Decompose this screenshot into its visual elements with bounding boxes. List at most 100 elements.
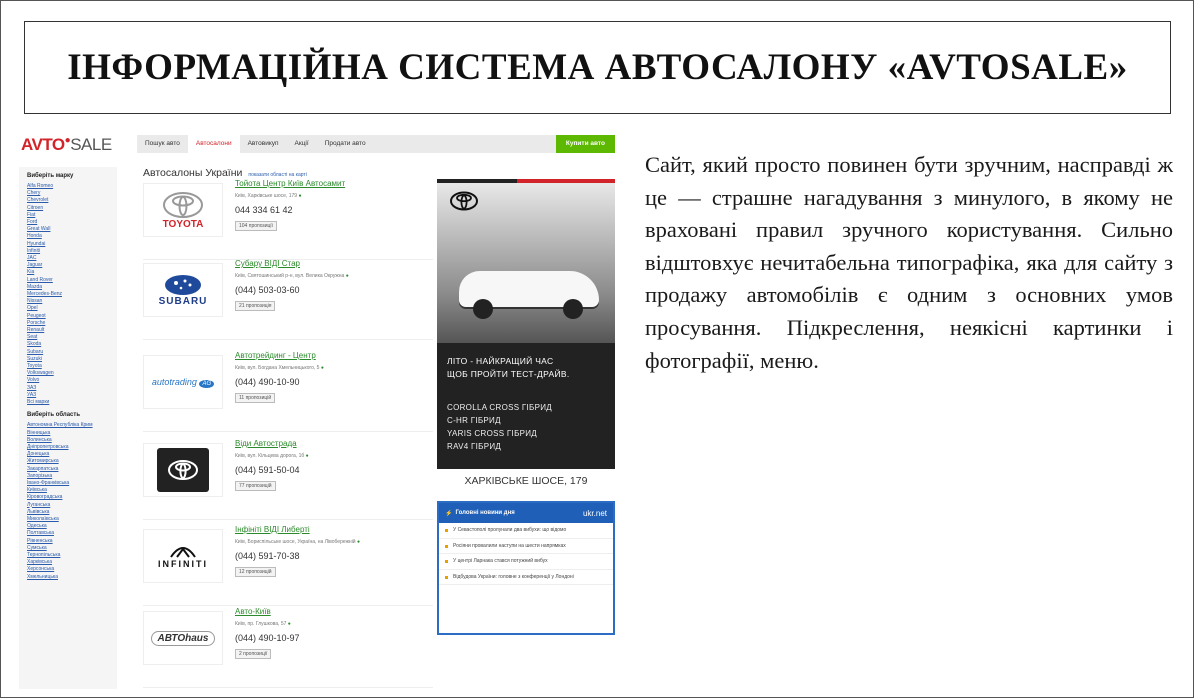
brand-link[interactable]: Chery bbox=[27, 190, 117, 197]
dealer-name[interactable]: Тойота Центр Київ Автосамит bbox=[235, 179, 345, 188]
region-link[interactable]: Київська bbox=[27, 487, 117, 494]
region-link[interactable]: Івано-Франківська bbox=[27, 480, 117, 487]
region-link[interactable]: Харківська bbox=[27, 559, 117, 566]
brand-link[interactable]: Subaru bbox=[27, 349, 117, 356]
nav-buyout[interactable]: Автовикуп bbox=[240, 135, 287, 153]
dealer-logo[interactable]: INFINITI bbox=[143, 529, 223, 583]
region-link[interactable]: Львівська bbox=[27, 509, 117, 516]
region-link[interactable]: Тернопільська bbox=[27, 552, 117, 559]
region-link[interactable]: Запорізька bbox=[27, 473, 117, 480]
map-link[interactable]: показати області на карті bbox=[248, 172, 306, 178]
region-link[interactable]: Кіровоградська bbox=[27, 494, 117, 501]
brand-link[interactable]: Ford bbox=[27, 219, 117, 226]
brand-link[interactable]: Всі марки bbox=[27, 399, 117, 406]
brand-link[interactable]: ЗАЗ bbox=[27, 385, 117, 392]
brand-link[interactable]: Opel bbox=[27, 305, 117, 312]
region-link[interactable]: Луганська bbox=[27, 502, 117, 509]
toyota-logo-icon bbox=[163, 191, 203, 218]
brand-link[interactable]: Land Rover bbox=[27, 277, 117, 284]
dealer-phone: (044) 591-50-04 bbox=[235, 465, 300, 475]
map-pin-icon: ● bbox=[298, 193, 302, 199]
brand-link[interactable]: Fiat bbox=[27, 212, 117, 219]
brand-link[interactable]: УАЗ bbox=[27, 392, 117, 399]
dealer-logo[interactable]: SUBARU bbox=[143, 263, 223, 317]
slide-title: ІНФОРМАЦІЙНА СИСТЕМА АВТОСАЛОНУ «AVTOSAL… bbox=[67, 47, 1128, 88]
brand-link[interactable]: Citroen bbox=[27, 205, 117, 212]
offers-count-button[interactable]: 21 пропозиція bbox=[235, 301, 276, 311]
dealer-logo[interactable]: autotrading AG bbox=[143, 355, 223, 409]
news-source[interactable]: ukr.net bbox=[583, 509, 607, 518]
nav-dealers[interactable]: Автосалони bbox=[187, 135, 240, 153]
region-link[interactable]: Автономна Республіка Крим bbox=[27, 422, 117, 429]
brand-link[interactable]: Seat bbox=[27, 334, 117, 341]
brand-link[interactable]: Hyundai bbox=[27, 241, 117, 248]
toyota-ad[interactable]: ЛІТО - НАЙКРАЩИЙ ЧАС ЩОБ ПРОЙТИ ТЕСТ-ДРА… bbox=[437, 179, 615, 469]
region-link[interactable]: Одеська bbox=[27, 523, 117, 530]
brand-link[interactable]: Volkswagen bbox=[27, 370, 117, 377]
brand-link[interactable]: Great Wall bbox=[27, 226, 117, 233]
brand-link[interactable]: JAC bbox=[27, 255, 117, 262]
offers-count-button[interactable]: 104 пропозиції bbox=[235, 221, 277, 231]
news-header: Головні новини дня bbox=[455, 510, 515, 516]
news-item[interactable]: У центрі Ларнака стався потужний вибух bbox=[439, 554, 613, 570]
offers-count-button[interactable]: 11 пропозицій bbox=[235, 393, 276, 403]
dealer-card: SUBARU Субару ВІДІ Стар Київ, Святошинськи… bbox=[143, 259, 433, 340]
brand-link[interactable]: Renault bbox=[27, 327, 117, 334]
offers-count-button[interactable]: 77 пропозицій bbox=[235, 481, 276, 491]
brand-link[interactable]: Kia bbox=[27, 269, 117, 276]
region-link[interactable]: Закарпатська bbox=[27, 466, 117, 473]
region-link[interactable]: Волинська bbox=[27, 437, 117, 444]
dealer-logo[interactable] bbox=[143, 443, 223, 497]
brand-link[interactable]: Mercedes-Benz bbox=[27, 291, 117, 298]
brand-link[interactable]: Suzuki bbox=[27, 356, 117, 363]
region-link[interactable]: Донецька bbox=[27, 451, 117, 458]
dealer-logo[interactable]: TOYOTA bbox=[143, 183, 223, 237]
region-link[interactable]: Полтавська bbox=[27, 530, 117, 537]
autotrading-logo-icon: autotrading AG bbox=[152, 377, 215, 388]
offers-count-button[interactable]: 2 пропозиції bbox=[235, 649, 272, 659]
brand-link[interactable]: Peugeot bbox=[27, 313, 117, 320]
dealer-name[interactable]: Субару ВІДІ Стар bbox=[235, 259, 300, 268]
dealer-name[interactable]: Віди Автострада bbox=[235, 439, 297, 448]
region-link[interactable]: Житомирська bbox=[27, 458, 117, 465]
dealer-address: Київ, пр. Глушкова, 57 ● bbox=[235, 621, 291, 627]
brand-link[interactable]: Porsche bbox=[27, 320, 117, 327]
ad-tagline: ЛІТО - НАЙКРАЩИЙ ЧАС ЩОБ ПРОЙТИ ТЕСТ-ДРА… bbox=[447, 356, 570, 379]
dealer-name[interactable]: Інфініті ВІДІ Либерті bbox=[235, 525, 310, 534]
region-link[interactable]: Хмельницька bbox=[27, 574, 117, 581]
brand-link[interactable]: Skoda bbox=[27, 341, 117, 348]
dealer-name[interactable]: Авто-Київ bbox=[235, 607, 271, 616]
region-link[interactable]: Дніпропетровська bbox=[27, 444, 117, 451]
dealer-address: Київ, Бориспільське шосе, Україна, на Лі… bbox=[235, 539, 361, 545]
brand-link[interactable]: Nissan bbox=[27, 298, 117, 305]
brand-link[interactable]: Alfa Romeo bbox=[27, 183, 117, 190]
news-item[interactable]: У Севастополі пролунали два вибухи: що в… bbox=[439, 523, 613, 539]
brand-link[interactable]: Mazda bbox=[27, 284, 117, 291]
dealer-logo[interactable]: АВТОhaus bbox=[143, 611, 223, 665]
brand-link[interactable]: Chevrolet bbox=[27, 197, 117, 204]
nav-search[interactable]: Пошук авто bbox=[137, 135, 188, 153]
region-link[interactable]: Рівненська bbox=[27, 538, 117, 545]
dealer-phone: (044) 591-70-38 bbox=[235, 551, 300, 561]
dealer-card: INFINITI Інфініті ВІДІ Либерті Київ, Борис… bbox=[143, 525, 433, 606]
region-link[interactable]: Херсонська bbox=[27, 566, 117, 573]
dealer-address: Київ, вул. Кільцева дорога, 1б ● bbox=[235, 453, 309, 459]
brand-link[interactable]: Honda bbox=[27, 233, 117, 240]
brand-link[interactable]: Toyota bbox=[27, 363, 117, 370]
dealer-phone: (044) 503-03-60 bbox=[235, 285, 300, 295]
offers-count-button[interactable]: 12 пропозицій bbox=[235, 567, 276, 577]
lightning-icon: ⚡ bbox=[445, 510, 453, 517]
region-link[interactable]: Миколаївська bbox=[27, 516, 117, 523]
nav-promos[interactable]: Акції bbox=[287, 135, 317, 153]
brand-link[interactable]: Volvo bbox=[27, 377, 117, 384]
news-item[interactable]: Росіяни провалили наступи на шести напря… bbox=[439, 539, 613, 554]
site-logo[interactable]: AVTO●SALE bbox=[21, 135, 112, 155]
nav-sell[interactable]: Продати авто bbox=[317, 135, 374, 153]
brand-link[interactable]: Jaguar bbox=[27, 262, 117, 269]
dealer-name[interactable]: Автотрейдинг - Центр bbox=[235, 351, 316, 360]
news-item[interactable]: Відбудова України: головне з конференції… bbox=[439, 570, 613, 585]
region-link[interactable]: Сумська bbox=[27, 545, 117, 552]
region-link[interactable]: Вінницька bbox=[27, 430, 117, 437]
buy-car-button[interactable]: Купити авто bbox=[555, 135, 615, 153]
brand-link[interactable]: Infiniti bbox=[27, 248, 117, 255]
